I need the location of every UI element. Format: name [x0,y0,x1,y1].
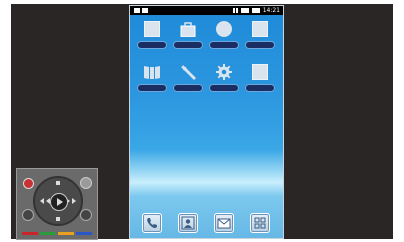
app-label [209,41,239,49]
app-label [137,41,167,49]
app-label [209,84,239,92]
book-icon [144,66,160,79]
play-icon [57,198,63,206]
wrench-icon [181,65,196,80]
app-label [245,84,275,92]
yellow-key[interactable] [58,232,74,235]
app-8[interactable] [245,64,275,98]
app-4-icon [252,21,268,37]
remote-control [16,168,98,240]
contacts-icon [181,216,195,230]
book-app[interactable] [137,64,167,98]
app-label [173,41,203,49]
rewind-button[interactable] [22,209,34,221]
battery-icon [251,8,260,13]
wifi-icon [240,8,249,13]
phone-screen: 14:21 [129,5,284,239]
signal-icon [232,8,238,13]
power-button[interactable] [23,178,34,189]
menu-button[interactable] [80,177,92,189]
dock-apps[interactable] [250,213,270,233]
red-key[interactable] [22,232,38,235]
tools-app[interactable] [173,64,203,98]
apps-grid-icon [254,217,266,229]
notification-icons [134,8,148,13]
store-icon [180,22,196,37]
circle-app-icon [216,21,232,37]
dpad[interactable] [33,176,83,226]
app-label [245,41,275,49]
phone-icon [147,218,157,228]
forward-button[interactable] [80,209,92,221]
app-1[interactable] [137,21,167,55]
dock-contacts[interactable] [178,213,198,233]
clock: 14:21 [262,7,280,14]
mail-icon [217,218,231,229]
settings-gear-icon [216,64,232,80]
status-bar: 14:21 [130,6,283,15]
play-button[interactable] [50,193,68,211]
dock-mail[interactable] [214,213,234,233]
dock-phone[interactable] [142,213,162,233]
store-app[interactable] [173,21,203,55]
app-label [137,84,167,92]
circle-app[interactable] [209,21,239,55]
app-1-icon [144,21,160,37]
app-label [173,84,203,92]
blue-key[interactable] [76,232,92,235]
green-key[interactable] [40,232,56,235]
settings-app[interactable] [209,64,239,98]
app-4[interactable] [245,21,275,55]
app-8-icon [252,64,268,80]
